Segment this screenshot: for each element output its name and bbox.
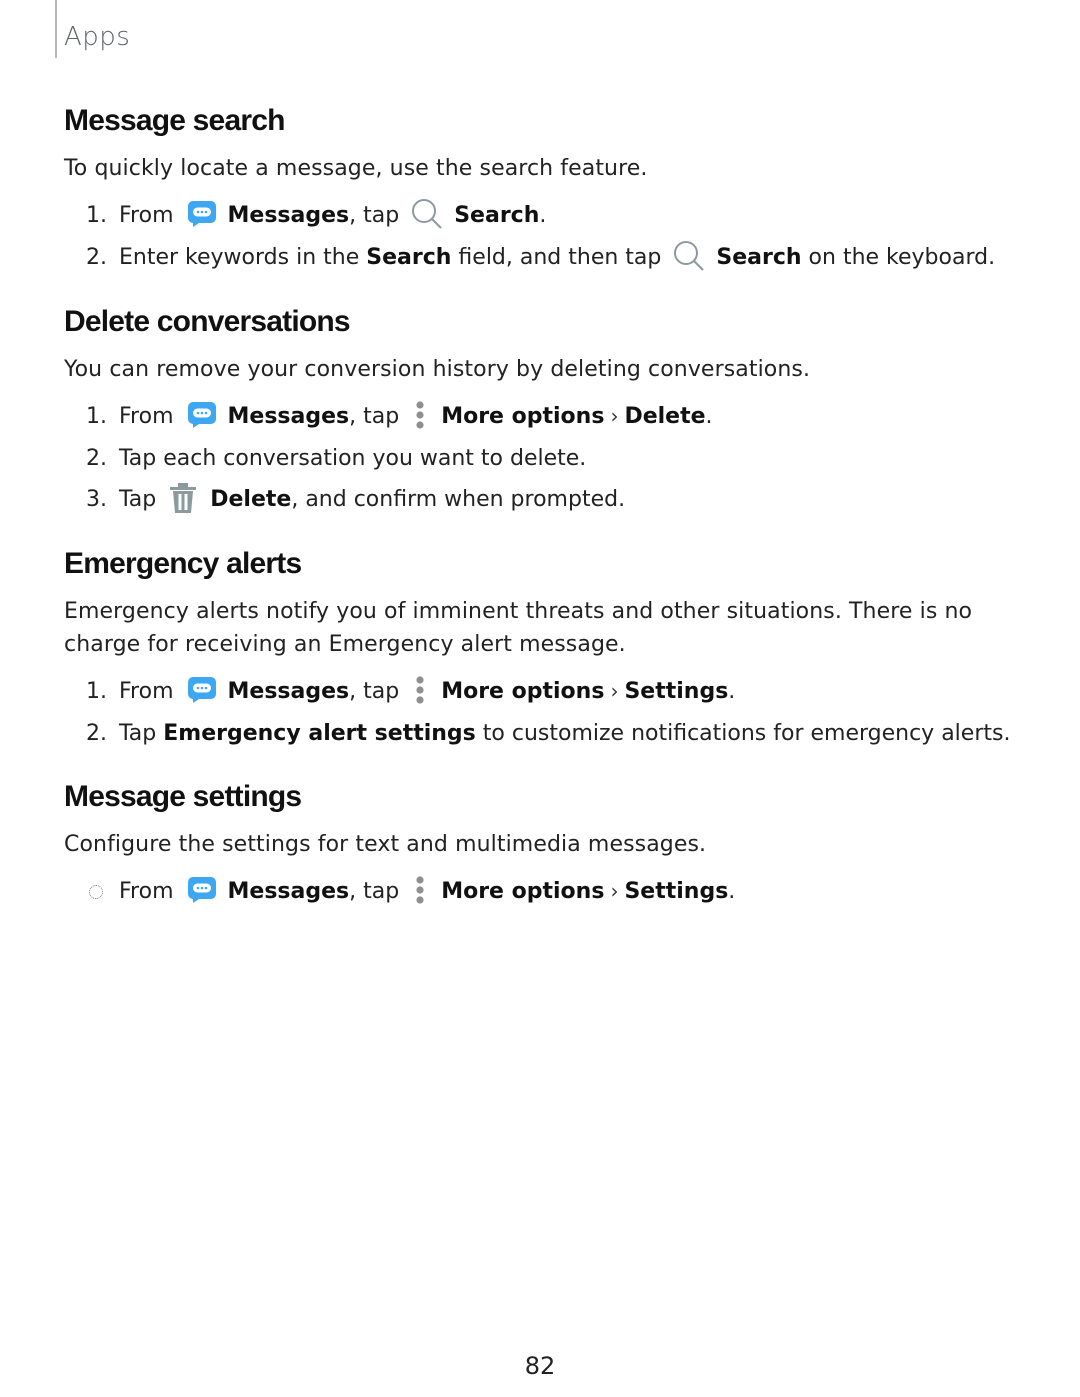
search-icon xyxy=(674,240,705,271)
step-text: Tap xyxy=(119,487,157,512)
target-label: Delete xyxy=(210,487,292,512)
chevron-right-icon: › xyxy=(610,679,619,703)
chapter-label: Apps xyxy=(64,22,131,52)
chevron-right-icon: › xyxy=(610,404,619,428)
step-number: 2. xyxy=(86,244,107,270)
menu-label: More options xyxy=(441,879,605,904)
trash-icon xyxy=(170,483,197,513)
steps-list: 1. From Messages, tap More options › Delet… xyxy=(64,396,1020,521)
step-text: From xyxy=(119,404,174,429)
section-intro: Configure the settings for text and mult… xyxy=(64,832,707,857)
target-label: Emergency alert settings xyxy=(163,720,476,746)
step-text: , and confirm when prompted. xyxy=(291,487,626,512)
step-number: 2. xyxy=(86,720,107,746)
step-text: . xyxy=(539,203,547,228)
section-intro: Emergency alerts notify you of imminent … xyxy=(64,599,973,657)
step: 2. Tap each conversation you want to del… xyxy=(64,438,1020,480)
section-message-settings: Message settings Configure the settings … xyxy=(64,780,1020,913)
step-text: . xyxy=(728,879,736,904)
step-text: . xyxy=(728,679,736,704)
section-emergency-alerts: Emergency alerts Emergency alerts notify… xyxy=(64,547,1020,754)
step: 1. From Messages, tap More options › Delet… xyxy=(64,396,1020,438)
step-number: 2. xyxy=(86,445,107,471)
step-text: , tap xyxy=(349,203,400,228)
menu-label: More options xyxy=(441,679,605,704)
step-text: . xyxy=(705,404,713,429)
steps-list: 1. From Messages, tap More options › Setti… xyxy=(64,671,1020,754)
section-title: Message settings xyxy=(64,780,302,813)
step: From Messages, tap More options › Settings… xyxy=(64,871,1020,913)
bullet-icon xyxy=(89,885,103,899)
app-name: Messages xyxy=(227,203,350,228)
step-text: field, and then tap xyxy=(458,244,662,270)
step-text: , tap xyxy=(349,404,400,429)
step-text: to customize notifications for emergency… xyxy=(482,720,1011,746)
header-rule xyxy=(55,0,57,58)
more-options-icon xyxy=(416,676,424,704)
field-label: Search xyxy=(366,244,452,270)
menu-label: More options xyxy=(441,404,605,429)
target-label: Search xyxy=(454,203,540,228)
chevron-right-icon: › xyxy=(610,879,619,903)
step-text: From xyxy=(119,203,174,228)
section-title: Delete conversations xyxy=(64,305,351,338)
target-label: Settings xyxy=(624,879,729,904)
step-text: Enter keywords in the xyxy=(119,244,360,270)
section-message-search: Message search To quickly locate a messa… xyxy=(64,104,1020,278)
step-text: From xyxy=(119,679,174,704)
app-name: Messages xyxy=(227,679,350,704)
more-options-icon xyxy=(416,401,424,429)
step-text: on the keyboard. xyxy=(808,244,996,270)
step-text: , tap xyxy=(349,879,400,904)
section-intro: To quickly locate a message, use the sea… xyxy=(64,156,648,181)
steps-list: From Messages, tap More options › Settings… xyxy=(64,871,1020,913)
section-title: Emergency alerts xyxy=(64,547,302,580)
step: 2. Enter keywords in the Search field, a… xyxy=(64,237,1020,279)
step-number: 1. xyxy=(86,203,107,228)
section-delete-conversations: Delete conversations You can remove your… xyxy=(64,305,1020,521)
step: 3. Tap Delete, and confirm when prompted… xyxy=(64,479,1020,521)
target-label: Search xyxy=(716,244,802,270)
messages-app-icon xyxy=(187,677,216,703)
step-text: Tap each conversation you want to delete… xyxy=(119,445,587,471)
target-label: Settings xyxy=(624,679,729,704)
search-icon xyxy=(412,199,442,229)
messages-app-icon xyxy=(187,402,216,428)
messages-app-icon xyxy=(187,201,216,227)
step-text: From xyxy=(119,879,174,904)
step-number: 3. xyxy=(86,487,107,512)
step-number: 1. xyxy=(86,679,107,704)
messages-app-icon xyxy=(187,877,216,903)
app-name: Messages xyxy=(227,879,350,904)
target-label: Delete xyxy=(624,404,706,429)
step-text: , tap xyxy=(349,679,400,704)
section-title: Message search xyxy=(64,104,285,137)
step-text: Tap xyxy=(119,720,157,746)
steps-list: 1. From Messages, tap Search. 2. Enter k… xyxy=(64,195,1020,278)
app-name: Messages xyxy=(227,404,350,429)
step-number: 1. xyxy=(86,404,107,429)
section-intro: You can remove your conversion history b… xyxy=(64,357,811,382)
step: 1. From Messages, tap More options › Setti… xyxy=(64,671,1020,713)
more-options-icon xyxy=(416,876,424,904)
step: 1. From Messages, tap Search. xyxy=(64,195,1020,237)
step: 2. Tap Emergency alert settings to custo… xyxy=(64,713,1020,755)
page-number: 82 xyxy=(524,1352,556,1380)
